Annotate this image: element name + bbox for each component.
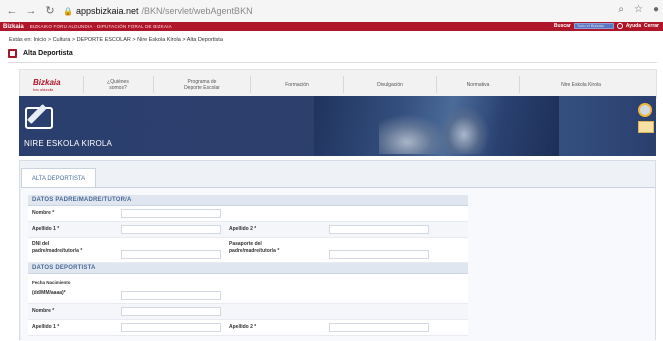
menu-item-label: Normativa	[466, 82, 490, 88]
search-input[interactable]: Todo el Bizkaia	[573, 23, 614, 29]
document-icon	[8, 49, 17, 58]
reload-icon[interactable]: ↻	[43, 4, 57, 18]
form-row: DNI del padre/madre/tutor/a * Pasaporte …	[28, 238, 468, 263]
form-row: Nombre *	[28, 304, 468, 320]
close-link[interactable]: Cerrar	[644, 23, 659, 29]
menu-item-programa[interactable]: Programa de Deporte Escolar	[160, 79, 244, 91]
menu-item-quienes-somos[interactable]: ¿Quiénes somos?	[88, 79, 148, 91]
page-title: Alta Deportista	[23, 50, 73, 57]
field-label: Apellido 1 *	[32, 324, 60, 330]
form-panel: DATOS PADRE/MADRE/TUTOR/A Nombre * Apell…	[21, 187, 655, 341]
form-row: Nombre *	[28, 206, 468, 222]
menu-item-label: Deporte Escolar	[184, 85, 220, 91]
menu-separator	[343, 76, 344, 93]
section-title: DATOS DEPORTISTA	[32, 265, 96, 271]
apellido1-input[interactable]	[121, 225, 221, 234]
tab-alta-deportista[interactable]: ALTA DEPORTISTA	[21, 168, 96, 188]
hero-banner: NIRE ESKOLA KIROLA	[19, 96, 656, 156]
menu-item-label: Nire Eskola Kirola	[561, 82, 601, 88]
section-header-padre: DATOS PADRE/MADRE/TUTOR/A	[28, 195, 468, 206]
bizkaia-logo[interactable]: Bizkaia	[33, 78, 61, 87]
apellido2-deportista-input[interactable]	[329, 323, 429, 332]
address-bar[interactable]: 🔒 appsbizkaia.net/BKN/servlet/webAgentBK…	[63, 6, 253, 16]
menu-item-normativa[interactable]: Normativa	[443, 82, 513, 88]
apellido2-input[interactable]	[329, 225, 429, 234]
lock-icon: 🔒	[63, 6, 73, 16]
section-title: DATOS PADRE/MADRE/TUTOR/A	[32, 197, 132, 203]
menu-separator	[436, 76, 437, 93]
field-label-line: DNI del	[32, 241, 50, 247]
section-header-deportista: DATOS DEPORTISTA	[28, 263, 468, 274]
bizkaia-logo-subtitle: foru aldundia	[33, 88, 54, 92]
menu-item-divulgacion[interactable]: Divulgación	[350, 82, 430, 88]
form-row: Fecha Nacimiento (dd/MM/aaaa)*	[28, 274, 468, 304]
search-icon[interactable]	[616, 23, 623, 29]
form-row: Apellido 1 * Apellido 2 *	[28, 222, 468, 238]
star-icon[interactable]: ☆	[634, 4, 643, 15]
apellido1-deportista-input[interactable]	[121, 323, 221, 332]
field-label: Nombre *	[32, 210, 55, 216]
registration-form: DATOS PADRE/MADRE/TUTOR/A Nombre * Apell…	[28, 195, 468, 336]
title-divider	[8, 62, 657, 63]
field-label-line: padre/madre/tutor/a *	[32, 248, 83, 254]
menu-item-label: somos?	[109, 85, 127, 91]
help-globe-icon[interactable]	[638, 103, 652, 117]
field-label: Nombre *	[32, 308, 55, 314]
field-label-line: padre/madre/tutor/a *	[229, 248, 280, 254]
dni-input[interactable]	[121, 250, 221, 259]
form-container: ALTA DEPORTISTA DATOS PADRE/MADRE/TUTOR/…	[19, 160, 656, 341]
menu-item-formacion[interactable]: Formación	[257, 82, 337, 88]
url-host: appsbizkaia.net	[75, 6, 139, 16]
back-arrow-icon[interactable]: ←	[5, 4, 19, 18]
pasaporte-input[interactable]	[329, 250, 429, 259]
skater-figure	[439, 106, 489, 154]
breadcrumb[interactable]: Estás en: Inicio > Cultura > DEPORTE ESC…	[9, 37, 223, 43]
url-path: /BKN/servlet/webAgentBKN	[141, 6, 253, 16]
menu-separator	[519, 76, 520, 93]
field-label: Apellido 1 *	[32, 226, 60, 232]
account-icon[interactable]: ●	[653, 4, 659, 15]
menu-separator	[153, 76, 154, 93]
field-label-line: Pasaporte del	[229, 241, 262, 247]
institutional-bar: Bizkaia BIZKAIKO FORU ALDUNDIA · DIPUTAC…	[0, 22, 663, 31]
search-label: Buscar	[553, 23, 571, 29]
bizkaia-mini-logo[interactable]: Bizkaia	[3, 24, 24, 30]
browser-toolbar: ← → ↻ 🔒 appsbizkaia.net/BKN/servlet/webA…	[0, 0, 663, 22]
menu-separator	[250, 76, 251, 93]
nombre-input[interactable]	[121, 209, 221, 218]
nombre-deportista-input[interactable]	[121, 307, 221, 316]
menu-separator	[83, 76, 84, 93]
menu-item-label: Formación	[285, 82, 309, 88]
field-label: Pasaporte del padre/madre/tutor/a *	[229, 241, 279, 255]
field-label: Apellido 2 *	[229, 226, 257, 232]
field-label: Apellido 2 *	[229, 324, 257, 330]
fecha-nacimiento-input[interactable]	[121, 291, 221, 300]
main-menu: Bizkaia foru aldundia ¿Quiénes somos? Pr…	[19, 69, 657, 99]
menu-item-label: Divulgación	[377, 82, 403, 88]
hero-title: NIRE ESKOLA KIROLA	[24, 139, 113, 148]
forward-arrow-icon[interactable]: →	[24, 4, 38, 18]
page-title-row: Alta Deportista	[8, 49, 73, 58]
side-shortcuts	[638, 103, 654, 133]
help-link[interactable]: Ayuda	[626, 23, 641, 29]
site-search: Buscar Todo el Bizkaia Ayuda Cerrar	[554, 23, 659, 29]
field-label: Fecha Nacimiento	[32, 280, 71, 285]
field-label: (dd/MM/aaaa)*	[32, 290, 66, 296]
zoom-icon[interactable]: ⌕	[618, 4, 624, 15]
field-label: DNI del padre/madre/tutor/a *	[32, 241, 82, 255]
folder-icon[interactable]	[638, 121, 654, 133]
edit-form-icon	[25, 107, 53, 129]
institution-links[interactable]: BIZKAIKO FORU ALDUNDIA · DIPUTACIÓN FORA…	[30, 24, 172, 29]
menu-item-nire-eskola-kirola[interactable]: Nire Eskola Kirola	[526, 82, 636, 88]
form-row: Apellido 1 * Apellido 2 *	[28, 320, 468, 336]
